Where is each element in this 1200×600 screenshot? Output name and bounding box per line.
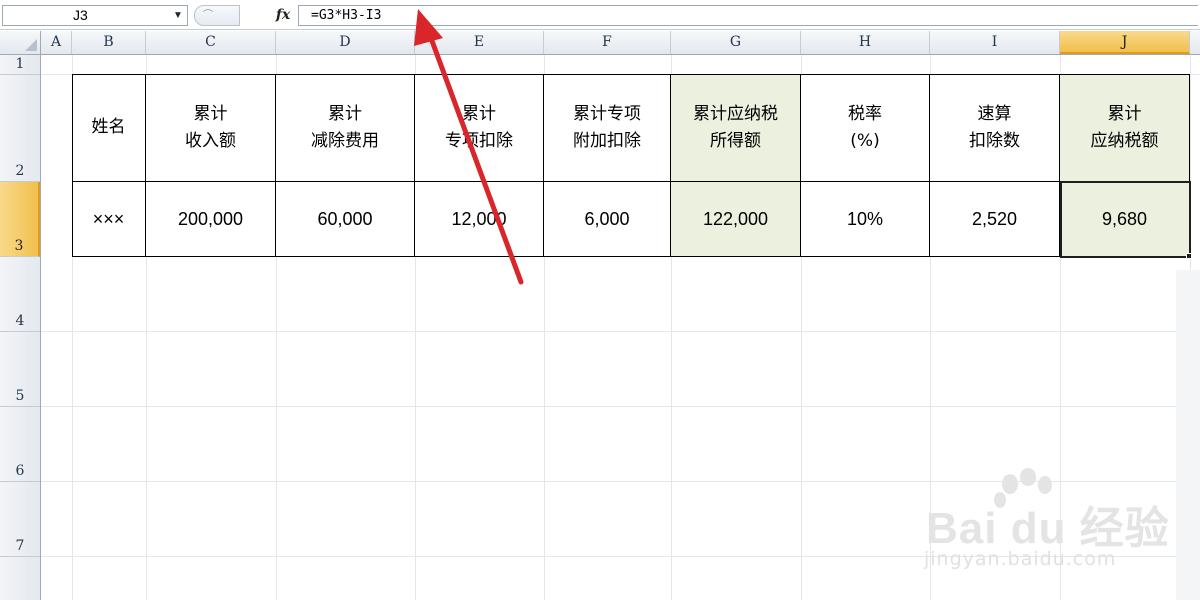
row-header-6[interactable]: 6	[0, 407, 40, 482]
column-header-f[interactable]: F	[544, 31, 671, 54]
select-all-corner[interactable]	[0, 31, 41, 54]
header-line: 税率	[848, 103, 882, 124]
header-line: 累计	[193, 103, 228, 124]
name-box-value: J3	[73, 7, 88, 23]
header-cell-h2[interactable]: 税率 (%)	[801, 74, 930, 182]
column-header-g[interactable]: G	[671, 31, 801, 54]
column-header-c[interactable]: C	[146, 31, 276, 54]
header-line: 累计专项	[573, 103, 641, 124]
header-line: 减除费用	[311, 130, 379, 151]
gridline	[41, 406, 1200, 407]
value-cell-d3[interactable]: 60,000	[276, 182, 415, 257]
header-cell-b2[interactable]: 姓名	[72, 74, 146, 182]
row-header-5[interactable]: 5	[0, 332, 40, 407]
header-cell-e2[interactable]: 累计 专项扣除	[415, 74, 544, 182]
row-header-column: 1 2 3 4 5 6 7	[0, 55, 41, 600]
value-cell-e3[interactable]: 12,000	[415, 182, 544, 257]
row-header-1[interactable]: 1	[0, 55, 40, 75]
value-cell-i3[interactable]: 2,520	[930, 182, 1060, 257]
formula-cancel-button[interactable]: ⌒	[194, 5, 240, 26]
column-header-row: A B C D E F G H I J	[0, 31, 1200, 55]
value-cell-b3[interactable]: ×××	[72, 182, 146, 257]
value-cell-j3[interactable]: 9,680	[1060, 182, 1190, 257]
row-header-4[interactable]: 4	[0, 257, 40, 332]
chevron-down-icon[interactable]: ▼	[171, 7, 185, 24]
formula-bar: J3 ▼ ⌒ fx =G3*H3-I3	[0, 0, 1200, 30]
header-line: 附加扣除	[573, 130, 641, 151]
header-line: 累计	[1107, 103, 1142, 124]
select-all-icon	[25, 39, 37, 51]
gridline	[41, 481, 1200, 482]
name-box[interactable]: J3 ▼	[2, 5, 188, 26]
header-line: 速算	[977, 103, 1012, 124]
column-header-i[interactable]: I	[930, 31, 1060, 54]
column-header-j[interactable]: J	[1060, 31, 1190, 54]
row-header-2[interactable]: 2	[0, 75, 40, 182]
header-line: (%)	[850, 130, 880, 151]
header-line: 累计	[328, 103, 362, 124]
row-header-3[interactable]: 3	[0, 182, 40, 257]
header-line: 专项扣除	[445, 130, 513, 151]
value-cell-c3[interactable]: 200,000	[146, 182, 276, 257]
column-header-h[interactable]: H	[801, 31, 930, 54]
header-cell-i2[interactable]: 速算 扣除数	[930, 74, 1060, 182]
header-line: 收入额	[185, 130, 236, 151]
header-cell-j2[interactable]: 累计 应纳税额	[1060, 74, 1190, 182]
header-line: 姓名	[91, 117, 126, 137]
gridline	[41, 331, 1200, 332]
column-header-e[interactable]: E	[415, 31, 544, 54]
value-cell-h3[interactable]: 10%	[801, 182, 930, 257]
header-cell-d2[interactable]: 累计 减除费用	[276, 74, 415, 182]
column-header-a[interactable]: A	[41, 31, 72, 54]
formula-input[interactable]: =G3*H3-I3	[298, 5, 1198, 26]
value-cell-f3[interactable]: 6,000	[544, 182, 671, 257]
value-cell-g3[interactable]: 122,000	[671, 182, 801, 257]
fill-handle[interactable]	[1186, 253, 1192, 259]
header-line: 应纳税额	[1090, 130, 1159, 151]
header-cell-c2[interactable]: 累计 收入额	[146, 74, 276, 182]
column-header-d[interactable]: D	[276, 31, 415, 54]
header-line: 累计	[462, 103, 496, 124]
header-cell-f2[interactable]: 累计专项 附加扣除	[544, 74, 671, 182]
header-cell-g2[interactable]: 累计应纳税 所得额	[671, 74, 801, 182]
row-header-7[interactable]: 7	[0, 482, 40, 557]
header-line: 所得额	[710, 130, 761, 151]
header-line: 累计应纳税	[693, 103, 778, 124]
gridline	[41, 556, 1200, 557]
header-line: 扣除数	[969, 130, 1020, 151]
insert-function-icon[interactable]: fx	[270, 5, 296, 26]
scroll-edge	[1176, 270, 1200, 600]
column-header-b[interactable]: B	[72, 31, 146, 54]
